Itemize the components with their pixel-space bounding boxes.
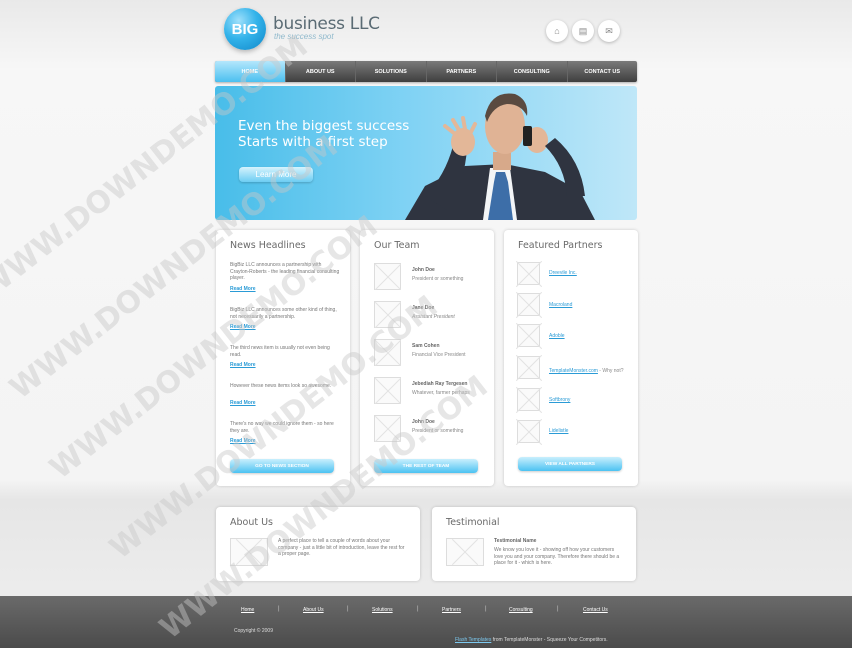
footer-separator: | — [278, 606, 280, 612]
nav-partners[interactable]: Partners — [427, 61, 497, 82]
partner-link[interactable]: Softbrony — [549, 397, 570, 403]
nav-home[interactable]: Home — [215, 61, 286, 82]
testimonial-image — [446, 538, 484, 566]
team-member-role: Whatever, farmer perhaps — [412, 390, 470, 396]
team-member-name: John Doe — [412, 267, 435, 273]
testimonial-title: Testimonial — [446, 517, 500, 528]
team-member-role: President or something — [412, 428, 464, 434]
about-title: About Us — [230, 517, 274, 528]
footer-link-solutions[interactable]: Solutions — [372, 607, 393, 613]
main-nav: Home About Us Solutions Partners Consult… — [215, 61, 637, 82]
partner-logo — [517, 262, 540, 285]
team-member-name: Jane Doe — [412, 305, 435, 311]
view-all-partners-button[interactable]: View all partners — [518, 457, 622, 471]
testimonial-text: We know you love it - showing off how yo… — [494, 547, 620, 566]
read-more-link[interactable]: Read More — [230, 324, 256, 330]
partner-entry: TemplateMonster.com - Why not? — [549, 365, 625, 375]
logo-mark[interactable]: BIG — [224, 8, 266, 50]
company-name: business LLC — [273, 14, 380, 34]
team-member-name: Jebediah Ray Tergesen — [412, 381, 468, 387]
partner-link[interactable]: Dreevile Inc. — [549, 270, 577, 276]
news-item-text: The third news item is usually not even … — [230, 345, 330, 358]
copyright: Copyright © 2009 — [234, 628, 273, 634]
read-more-link[interactable]: Read More — [230, 286, 256, 292]
news-title: News Headlines — [230, 240, 306, 251]
team-member-role: Assistant President — [412, 314, 455, 320]
footer-separator: | — [347, 606, 349, 612]
nav-contact-us[interactable]: Contact Us — [568, 61, 638, 82]
partner-link[interactable]: Lidelistle — [549, 428, 568, 434]
footer-separator: | — [557, 606, 559, 612]
news-item-text: There's no way we could ignore them - so… — [230, 421, 334, 434]
rest-of-team-button[interactable]: The rest of team — [374, 459, 478, 473]
news-item-text: BigBiz LLC announces a partnership with … — [230, 262, 340, 281]
print-icon[interactable]: ▤ — [572, 20, 594, 42]
partner-link[interactable]: TemplateMonster.com — [549, 368, 598, 374]
read-more-link[interactable]: Read More — [230, 438, 256, 444]
nav-solutions[interactable]: Solutions — [356, 61, 427, 82]
credit-link[interactable]: Flash Templates — [455, 637, 491, 643]
team-photo — [374, 415, 401, 442]
partner-link[interactable]: Macroland — [549, 302, 572, 308]
hero-businessman-image — [405, 93, 595, 220]
footer-link-about-us[interactable]: About Us — [303, 607, 324, 613]
partner-logo — [517, 388, 540, 411]
team-photo — [374, 263, 401, 290]
partner-link[interactable]: Adoble — [549, 333, 565, 339]
credit-text: from TemplateMonster - Squeeze Your Comp… — [491, 637, 608, 643]
nav-consulting[interactable]: Consulting — [497, 61, 568, 82]
about-text: A perfect place to tell a couple of word… — [278, 538, 405, 557]
partner-logo — [517, 420, 540, 443]
footer-separator: | — [417, 606, 419, 612]
hero-line-1: Even the biggest success — [238, 118, 410, 134]
read-more-link[interactable]: Read More — [230, 362, 256, 368]
news-item-text: BigBiz LLC announces some other kind of … — [230, 307, 337, 320]
news-item-text: However these news items look so awesome… — [230, 383, 332, 389]
read-more-link[interactable]: Read More — [230, 400, 256, 406]
home-icon[interactable]: ⌂ — [546, 20, 568, 42]
team-photo — [374, 301, 401, 328]
mail-icon[interactable]: ✉ — [598, 20, 620, 42]
footer — [0, 596, 852, 648]
learn-more-button[interactable]: Learn More — [239, 167, 313, 182]
partner-logo — [517, 293, 540, 316]
tagline: the success spot — [274, 32, 334, 41]
partners-title: Featured Partners — [518, 240, 603, 251]
nav-about-us[interactable]: About Us — [286, 61, 356, 82]
partner-note: - Why not? — [597, 368, 624, 374]
team-member-name: Sam Cohen — [412, 343, 440, 349]
team-photo — [374, 377, 401, 404]
go-to-news-button[interactable]: Go to news section — [230, 459, 334, 473]
partner-logo — [517, 324, 540, 347]
footer-link-home[interactable]: Home — [241, 607, 254, 613]
footer-link-partners[interactable]: Partners — [442, 607, 461, 613]
footer-credit: Flash Templates from TemplateMonster - S… — [455, 628, 608, 646]
team-title: Our Team — [374, 240, 420, 251]
hero-headline: Even the biggest success Starts with a f… — [238, 118, 409, 150]
hero-line-2: Starts with a first step — [238, 134, 388, 150]
footer-separator: | — [485, 606, 487, 612]
testimonial-name: Testimonial Name — [494, 538, 537, 544]
footer-link-contact-us[interactable]: Contact Us — [583, 607, 608, 613]
partner-logo — [517, 356, 540, 379]
team-member-role: President or something — [412, 276, 464, 282]
about-image — [230, 538, 268, 566]
footer-link-consulting[interactable]: Consulting — [509, 607, 533, 613]
team-member-role: Financial Vice President — [412, 352, 466, 358]
team-member-name: John Doe — [412, 419, 435, 425]
team-photo — [374, 339, 401, 366]
